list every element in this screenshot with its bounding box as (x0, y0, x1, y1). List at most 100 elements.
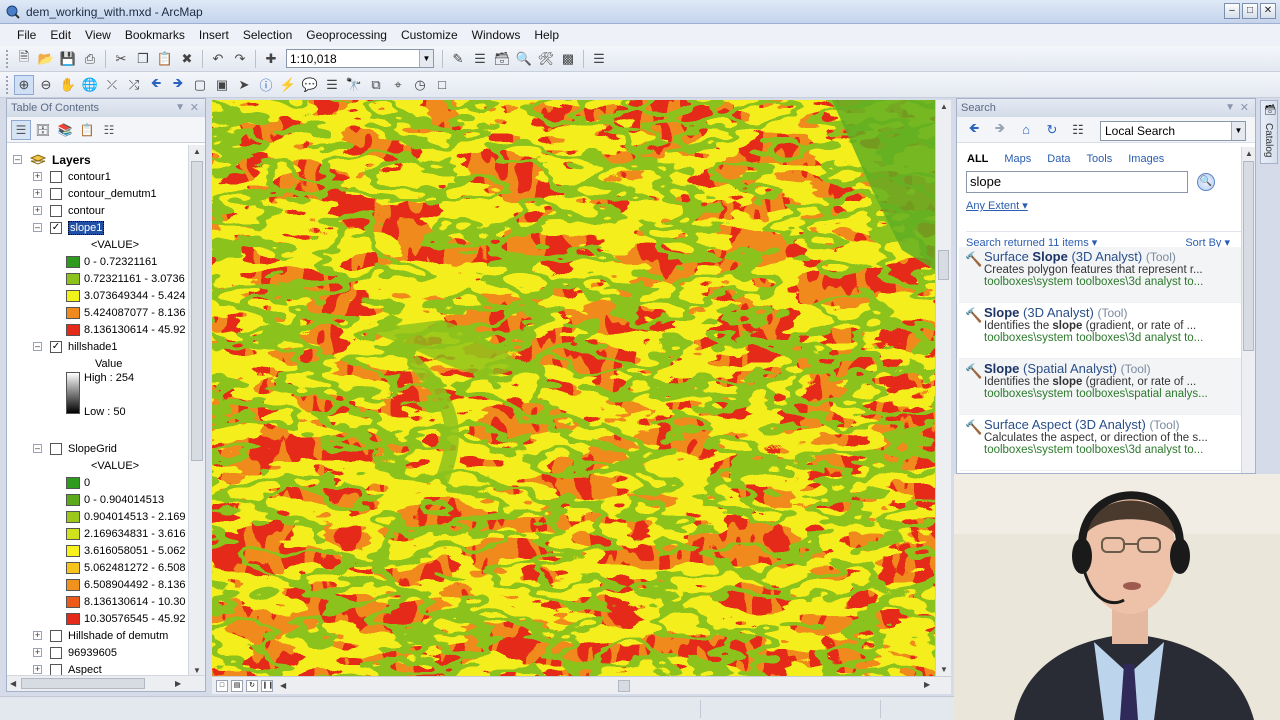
legend-class[interactable]: 0 (66, 474, 90, 491)
menu-geoprocessing[interactable]: Geoprocessing (299, 24, 394, 46)
tab-tools[interactable]: Tools (1087, 153, 1113, 165)
legend-swatch[interactable] (66, 578, 80, 591)
print-icon[interactable]: ⎙ (80, 49, 100, 69)
layer-row-contour-demutm1[interactable]: + contour_demutm1 (33, 185, 157, 202)
fixed-zoom-in-icon[interactable]: ⤫ (102, 75, 122, 95)
collapse-icon[interactable]: – (33, 223, 42, 232)
pin-icon[interactable]: ▼ (175, 99, 185, 117)
menu-windows[interactable]: Windows (465, 24, 528, 46)
scroll-left-icon[interactable]: ◀ (10, 679, 16, 688)
menu-customize[interactable]: Customize (394, 24, 465, 46)
map-scale-combo[interactable]: 1:10,018 ▼ (286, 49, 434, 68)
create-viewer-window-icon[interactable]: □ (432, 75, 452, 95)
search-vertical-scrollbar[interactable]: ▲ (1241, 147, 1255, 473)
layer-row-96939605[interactable]: + 96939605 (33, 644, 117, 661)
refresh-icon[interactable]: ↻ (246, 679, 258, 692)
pan-hand-icon[interactable]: ✋ (58, 75, 78, 95)
toolbar-gripper[interactable] (6, 49, 9, 68)
table-of-contents-icon[interactable]: ☰ (470, 49, 490, 69)
legend-class[interactable]: 5.062481272 - 6.508 (66, 559, 186, 576)
extent-dropdown[interactable]: Any Extent ▾ (966, 199, 1028, 212)
map-horizontal-scrollbar[interactable]: □ ▤ ↻ ❙❙ ◀ ▶ (212, 676, 951, 694)
zoom-in-icon[interactable]: ⊕ (14, 74, 34, 95)
scroll-down-icon[interactable]: ▼ (940, 665, 948, 674)
find-route-icon[interactable]: ⧉ (366, 75, 386, 95)
close-icon[interactable]: ✕ (190, 99, 199, 117)
legend-swatch[interactable] (66, 272, 80, 285)
tab-images[interactable]: Images (1128, 153, 1164, 165)
layer-visibility-checkbox[interactable]: ✓ (50, 340, 62, 353)
arctoolbox-icon[interactable]: 🛠 (536, 49, 556, 69)
paste-icon[interactable]: 📋 (155, 49, 175, 69)
home-icon[interactable]: ⌂ (1016, 120, 1036, 140)
layer-visibility-checkbox[interactable] (50, 663, 62, 676)
legend-swatch[interactable] (66, 612, 80, 625)
legend-class[interactable]: 5.424087077 - 8.136 (66, 304, 186, 321)
model-builder-icon[interactable]: ☰ (589, 49, 609, 69)
list-by-drawing-order-icon[interactable]: ☰ (11, 119, 31, 140)
editor-toolbar-icon[interactable]: ✎ (448, 49, 468, 69)
layers-root[interactable]: – Layers (13, 151, 91, 168)
open-folder-icon[interactable]: 📂 (36, 49, 56, 69)
identify-icon[interactable]: ⓘ (256, 75, 276, 95)
layer-row-hillshade1[interactable]: – ✓ hillshade1 (33, 338, 118, 355)
menu-selection[interactable]: Selection (236, 24, 299, 46)
legend-swatch[interactable] (66, 510, 80, 523)
layer-visibility-checkbox[interactable] (50, 204, 62, 217)
list-by-selection-icon[interactable]: 📋 (77, 120, 97, 140)
layer-label[interactable]: slope1 (68, 220, 105, 235)
expand-icon[interactable]: + (33, 172, 42, 181)
layer-row-hillshade-of-demutm[interactable]: + Hillshade of demutm (33, 627, 168, 644)
scroll-down-icon[interactable]: ▼ (193, 666, 201, 675)
minimize-button[interactable]: – (1224, 3, 1240, 19)
list-by-source-icon[interactable]: 🗄 (33, 120, 53, 140)
back-arrow-icon[interactable]: 🡸 (964, 120, 984, 140)
scroll-left-icon[interactable]: ◀ (280, 681, 286, 690)
undo-icon[interactable]: ↶ (208, 49, 228, 69)
data-view-icon[interactable]: □ (216, 679, 228, 692)
search-result[interactable]: 🔨 Slope (Spatial Analyst) (Tool) Identif… (959, 359, 1241, 415)
legend-class[interactable]: 0 - 0.904014513 (66, 491, 164, 508)
scroll-thumb[interactable] (618, 680, 630, 692)
tab-data[interactable]: Data (1047, 153, 1070, 165)
python-window-icon[interactable]: ▩ (558, 49, 578, 69)
menu-file[interactable]: File (10, 24, 43, 46)
back-arrow-icon[interactable]: 🡸 (146, 75, 166, 95)
measure-icon[interactable]: ☰ (322, 75, 342, 95)
hyperlink-icon[interactable]: ⚡ (278, 75, 298, 95)
layer-row-contour[interactable]: + contour (33, 202, 105, 219)
legend-swatch[interactable] (66, 527, 80, 540)
scroll-up-icon[interactable]: ▲ (940, 102, 948, 111)
menu-insert[interactable]: Insert (192, 24, 236, 46)
scroll-up-icon[interactable]: ▲ (193, 147, 201, 156)
legend-class[interactable]: 6.508904492 - 8.136 (66, 576, 186, 593)
menu-edit[interactable]: Edit (43, 24, 78, 46)
list-by-visibility-icon[interactable]: 📚 (55, 120, 75, 140)
new-document-icon[interactable]: 🗎 (14, 49, 34, 69)
menu-help[interactable]: Help (527, 24, 566, 46)
scroll-thumb[interactable] (191, 161, 203, 461)
layer-visibility-checkbox[interactable] (50, 629, 62, 642)
result-title[interactable]: Surface Slope (3D Analyst) (Tool) (984, 249, 1241, 264)
scroll-thumb[interactable] (938, 250, 949, 280)
refresh-icon[interactable]: ↻ (1042, 120, 1062, 140)
legend-swatch[interactable] (66, 255, 80, 268)
select-features-icon[interactable]: ▢ (190, 75, 210, 95)
fixed-zoom-out-icon[interactable]: ⤮ (124, 75, 144, 95)
catalog-side-tab[interactable]: 🗃 Catalog (1260, 100, 1278, 164)
tab-maps[interactable]: Maps (1004, 153, 1031, 165)
chevron-down-icon[interactable]: ▼ (1231, 122, 1245, 140)
save-icon[interactable]: 💾 (58, 49, 78, 69)
search-window-icon[interactable]: 🔍 (514, 49, 534, 69)
map-display[interactable] (212, 100, 935, 676)
pin-icon[interactable]: ▼ (1225, 99, 1235, 117)
maximize-button[interactable]: □ (1242, 3, 1258, 19)
search-result[interactable]: 🔨 Surface Aspect (3D Analyst) (Tool) Cal… (959, 415, 1241, 471)
expand-icon[interactable]: + (33, 665, 42, 674)
legend-swatch[interactable] (66, 476, 80, 489)
collapse-icon[interactable]: – (13, 155, 22, 164)
delete-icon[interactable]: ✖ (177, 49, 197, 69)
select-elements-arrow-icon[interactable]: ➤ (234, 75, 254, 95)
expand-icon[interactable]: + (33, 631, 42, 640)
zoom-out-icon[interactable]: ⊖ (36, 75, 56, 95)
